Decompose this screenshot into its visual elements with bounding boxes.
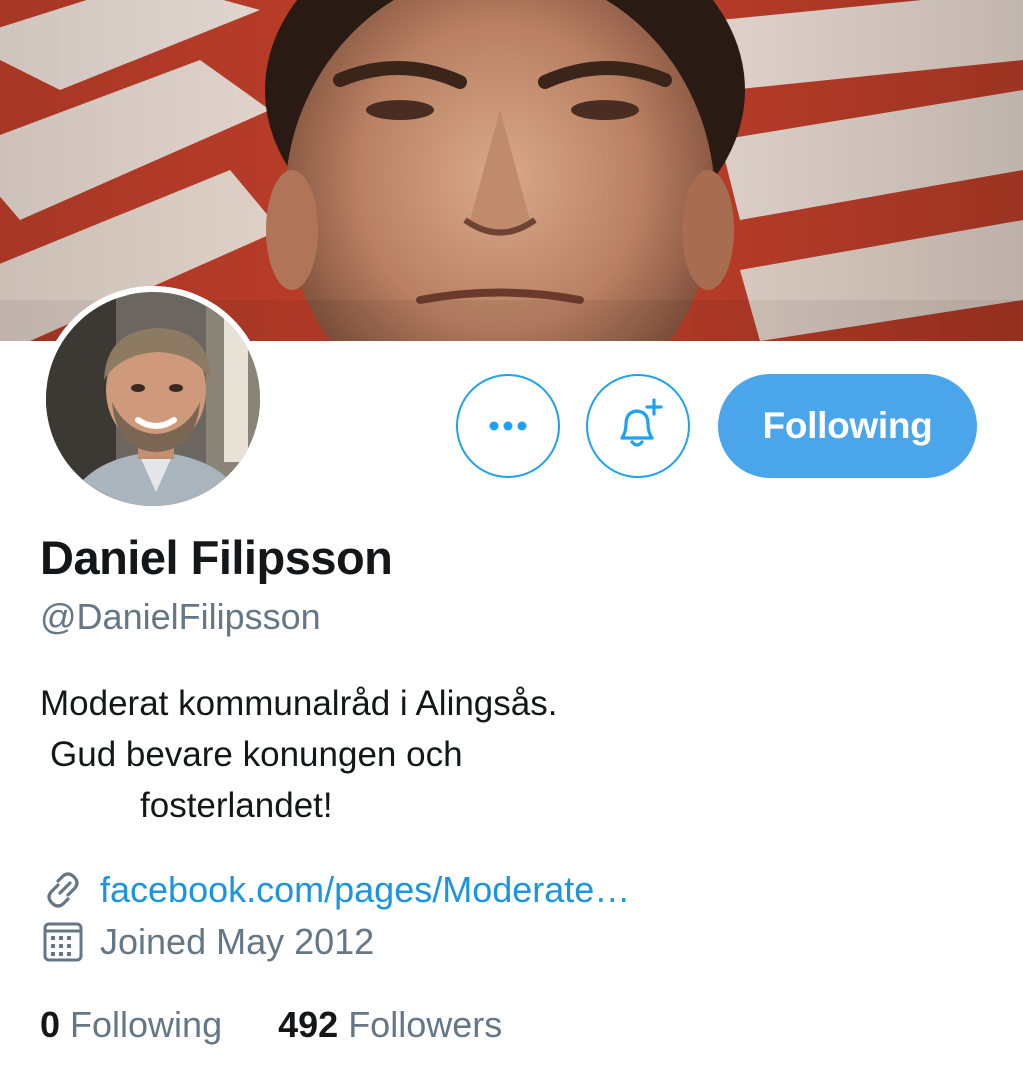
following-label: Following — [70, 1004, 223, 1045]
following-button[interactable]: Following — [718, 374, 977, 478]
profile-avatar[interactable] — [40, 286, 266, 512]
notifications-button[interactable] — [586, 374, 690, 478]
avatar-photo — [46, 292, 260, 506]
following-stat[interactable]: 0 Following — [40, 1004, 222, 1046]
profile-name: Daniel Filipsson — [40, 531, 393, 584]
bio-line: Moderat kommunalråd i Alingsås. — [40, 684, 558, 723]
bio-line: fosterlandet! — [140, 786, 333, 825]
profile-website-link[interactable]: facebook.com/pages/Moderate… — [100, 869, 630, 911]
bio-line: Gud bevare konungen och — [50, 735, 463, 774]
link-icon — [40, 868, 92, 912]
followers-count: 492 — [278, 1004, 339, 1045]
more-horizontal-icon — [489, 421, 527, 431]
profile-stats: 0 Following 492 Followers — [40, 1004, 502, 1046]
more-options-button[interactable] — [456, 374, 560, 478]
profile-handle: @DanielFilipsson — [40, 596, 321, 637]
profile-joined-row: Joined May 2012 — [40, 920, 374, 964]
calendar-icon — [40, 920, 92, 964]
profile-website-row: facebook.com/pages/Moderate… — [40, 868, 630, 912]
profile-bio: Moderat kommunalråd i Alingsås. Gud beva… — [40, 678, 557, 831]
followers-label: Followers — [348, 1004, 503, 1045]
profile-joined-date: Joined May 2012 — [100, 921, 375, 962]
notification-bell-add-icon — [620, 398, 663, 447]
followers-stat[interactable]: 492 Followers — [278, 1004, 502, 1046]
following-count: 0 — [40, 1004, 61, 1045]
